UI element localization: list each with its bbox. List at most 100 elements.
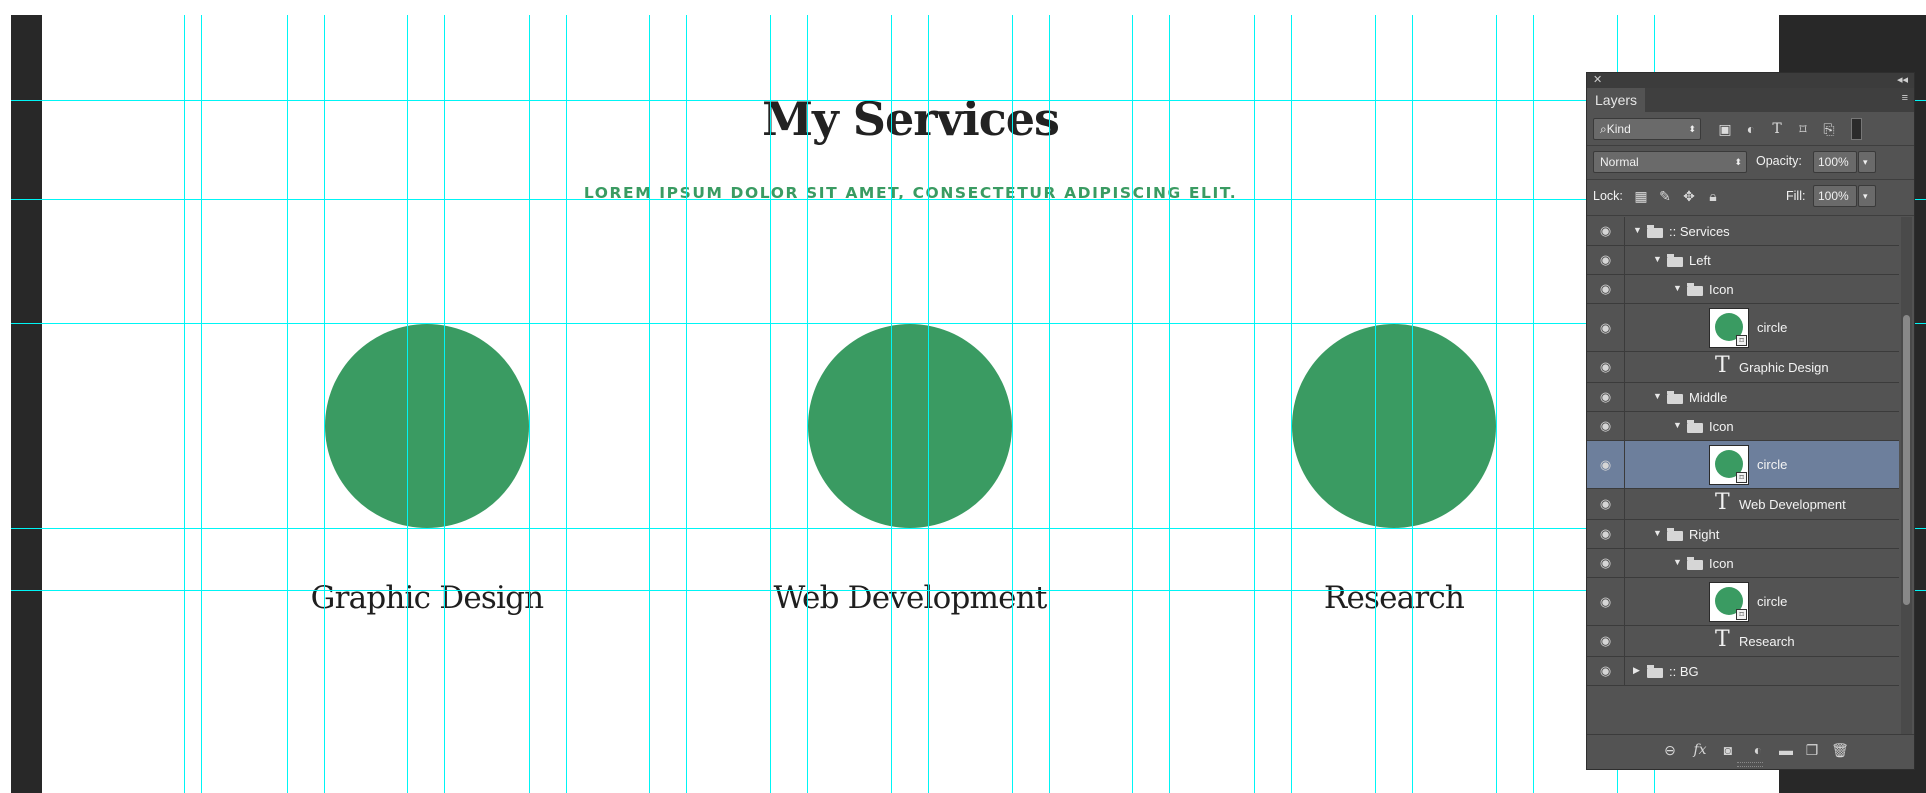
layer-row[interactable]: ◉ ▶:: BG — [1587, 657, 1899, 686]
expand-triangle-icon[interactable]: ▼ — [1633, 225, 1642, 235]
layer-name[interactable]: Research — [1739, 634, 1795, 649]
vertical-guide — [1375, 15, 1376, 793]
opacity-value: 100% — [1818, 155, 1849, 169]
layer-name[interactable]: Right — [1689, 527, 1719, 542]
add-mask-icon[interactable]: ◙ — [1717, 741, 1739, 759]
layer-row[interactable]: ◉ ▼ Icon — [1587, 275, 1899, 304]
layer-name[interactable]: circle — [1757, 457, 1787, 472]
eye-visibility-icon[interactable]: ◉ — [1587, 489, 1625, 519]
scroll-thumb[interactable] — [1903, 315, 1910, 605]
search-icon: ⌕ — [1600, 122, 1607, 136]
close-icon[interactable]: ✕ — [1593, 73, 1602, 86]
layer-name[interactable]: Web Development — [1739, 497, 1846, 512]
fx-icon[interactable]: fx — [1689, 741, 1711, 759]
filter-kind-select[interactable]: ⌕Kind ⬍ — [1593, 118, 1701, 140]
layer-row[interactable]: ◉ ⌑ circle — [1587, 441, 1899, 489]
folder-icon — [1647, 664, 1663, 678]
vertical-guide — [287, 15, 288, 793]
layer-row[interactable]: ◉ ▼ Middle — [1587, 383, 1899, 412]
layer-name[interactable]: Left — [1689, 253, 1711, 268]
eye-visibility-icon[interactable]: ◉ — [1587, 626, 1625, 656]
filter-shape-icon[interactable]: ⌑ — [1792, 118, 1814, 140]
layer-name[interactable]: :: Services — [1669, 224, 1730, 239]
eye-visibility-icon[interactable]: ◉ — [1587, 441, 1625, 488]
folder-icon — [1667, 253, 1683, 267]
service-circle-icon — [1292, 324, 1496, 528]
layer-row[interactable]: ◉ ⌑ circle — [1587, 578, 1899, 626]
lock-transparent-pixels-icon[interactable]: ▦ — [1631, 185, 1651, 207]
layer-row[interactable]: ◉ T Web Development — [1587, 489, 1899, 520]
filter-smart-object-icon[interactable]: ⎘ — [1818, 118, 1840, 140]
layer-name[interactable]: Graphic Design — [1739, 360, 1829, 375]
filter-pixel-icon[interactable]: ▣ — [1714, 118, 1736, 140]
vertical-guide — [1291, 15, 1292, 793]
shape-layer-badge-icon: ⌑ — [1736, 335, 1747, 346]
filter-adjustment-icon[interactable]: ◐ — [1740, 118, 1762, 140]
layer-name[interactable]: Icon — [1709, 556, 1734, 571]
expand-triangle-icon[interactable]: ▼ — [1673, 557, 1682, 567]
layer-name[interactable]: :: BG — [1669, 664, 1699, 679]
trash-icon[interactable]: 🗑︎ — [1829, 741, 1851, 759]
tab-layers[interactable]: Layers — [1587, 88, 1645, 112]
type-layer-icon: T — [1715, 353, 1730, 378]
new-layer-icon[interactable]: ❐ — [1801, 741, 1823, 759]
eye-visibility-icon[interactable]: ◉ — [1587, 520, 1625, 548]
blend-mode-select[interactable]: Normal ⬍ — [1593, 151, 1747, 173]
filter-toggle-icon[interactable] — [1845, 118, 1867, 140]
collapse-panel-icon[interactable]: ◂◂ — [1897, 73, 1908, 86]
layer-name[interactable]: circle — [1757, 320, 1787, 335]
fill-input[interactable]: 100% — [1813, 185, 1857, 207]
eye-visibility-icon[interactable]: ◉ — [1587, 549, 1625, 577]
layer-name[interactable]: Middle — [1689, 390, 1727, 405]
layers-list[interactable]: ◉ ▼:: Services ◉ ▼ Left ◉ ▼ Icon ◉ ⌑ circle ◉ T Graph… — [1587, 217, 1899, 739]
eye-visibility-icon[interactable]: ◉ — [1587, 304, 1625, 351]
panel-title-bar[interactable]: ✕ ◂◂ — [1587, 73, 1914, 88]
eye-visibility-icon[interactable]: ◉ — [1587, 578, 1625, 625]
layer-name[interactable]: Icon — [1709, 282, 1734, 297]
expand-triangle-icon[interactable]: ▼ — [1673, 283, 1682, 293]
layer-row[interactable]: ◉ ▼ Icon — [1587, 412, 1899, 441]
expand-triangle-icon[interactable]: ▼ — [1653, 391, 1662, 401]
lock-position-icon[interactable]: ✥ — [1679, 185, 1699, 207]
layer-name[interactable]: circle — [1757, 594, 1787, 609]
eye-visibility-icon[interactable]: ◉ — [1587, 412, 1625, 440]
eye-visibility-icon[interactable]: ◉ — [1587, 217, 1625, 245]
layer-thumbnail[interactable]: ⌑ — [1709, 445, 1749, 485]
resize-grip[interactable] — [1737, 762, 1763, 767]
vertical-guide — [324, 15, 325, 793]
vertical-guide — [891, 15, 892, 793]
eye-visibility-icon[interactable]: ◉ — [1587, 246, 1625, 274]
lock-all-icon[interactable]: 🔒︎ — [1703, 185, 1723, 207]
eye-visibility-icon[interactable]: ◉ — [1587, 657, 1625, 685]
layer-name[interactable]: Icon — [1709, 419, 1734, 434]
eye-visibility-icon[interactable]: ◉ — [1587, 275, 1625, 303]
lock-image-pixels-icon[interactable]: ✎ — [1655, 185, 1675, 207]
layer-row[interactable]: ◉ ▼ Left — [1587, 246, 1899, 275]
layer-thumbnail[interactable]: ⌑ — [1709, 308, 1749, 348]
panel-menu-icon[interactable]: ≡ — [1902, 92, 1908, 104]
fill-dropdown[interactable]: ▾ — [1858, 185, 1876, 207]
blend-mode-value: Normal — [1600, 155, 1639, 169]
link-layers-icon[interactable]: ⊖ — [1659, 741, 1681, 759]
vertical-guide — [1012, 15, 1013, 793]
layer-row[interactable]: ◉ T Graphic Design — [1587, 352, 1899, 383]
expand-triangle-icon[interactable]: ▼ — [1653, 528, 1662, 538]
layer-row[interactable]: ◉ ▼:: Services — [1587, 217, 1899, 246]
adjustment-layer-icon[interactable]: ◐ — [1747, 741, 1769, 759]
filter-type-icon[interactable]: T — [1766, 118, 1788, 140]
layer-row[interactable]: ◉ T Research — [1587, 626, 1899, 657]
expand-triangle-icon[interactable]: ▼ — [1673, 420, 1682, 430]
layer-row[interactable]: ◉ ▼ Right — [1587, 520, 1899, 549]
collapse-triangle-icon[interactable]: ▶ — [1633, 665, 1640, 676]
expand-triangle-icon[interactable]: ▼ — [1653, 254, 1662, 264]
opacity-dropdown[interactable]: ▾ — [1858, 151, 1876, 173]
opacity-input[interactable]: 100% — [1813, 151, 1857, 173]
layer-row[interactable]: ◉ ⌑ circle — [1587, 304, 1899, 352]
new-group-icon[interactable]: ▬ — [1775, 741, 1797, 759]
layers-scrollbar[interactable] — [1901, 217, 1912, 739]
eye-visibility-icon[interactable]: ◉ — [1587, 352, 1625, 382]
layer-row[interactable]: ◉ ▼ Icon — [1587, 549, 1899, 578]
eye-visibility-icon[interactable]: ◉ — [1587, 383, 1625, 411]
vertical-guide — [1132, 15, 1133, 793]
layer-thumbnail[interactable]: ⌑ — [1709, 582, 1749, 622]
